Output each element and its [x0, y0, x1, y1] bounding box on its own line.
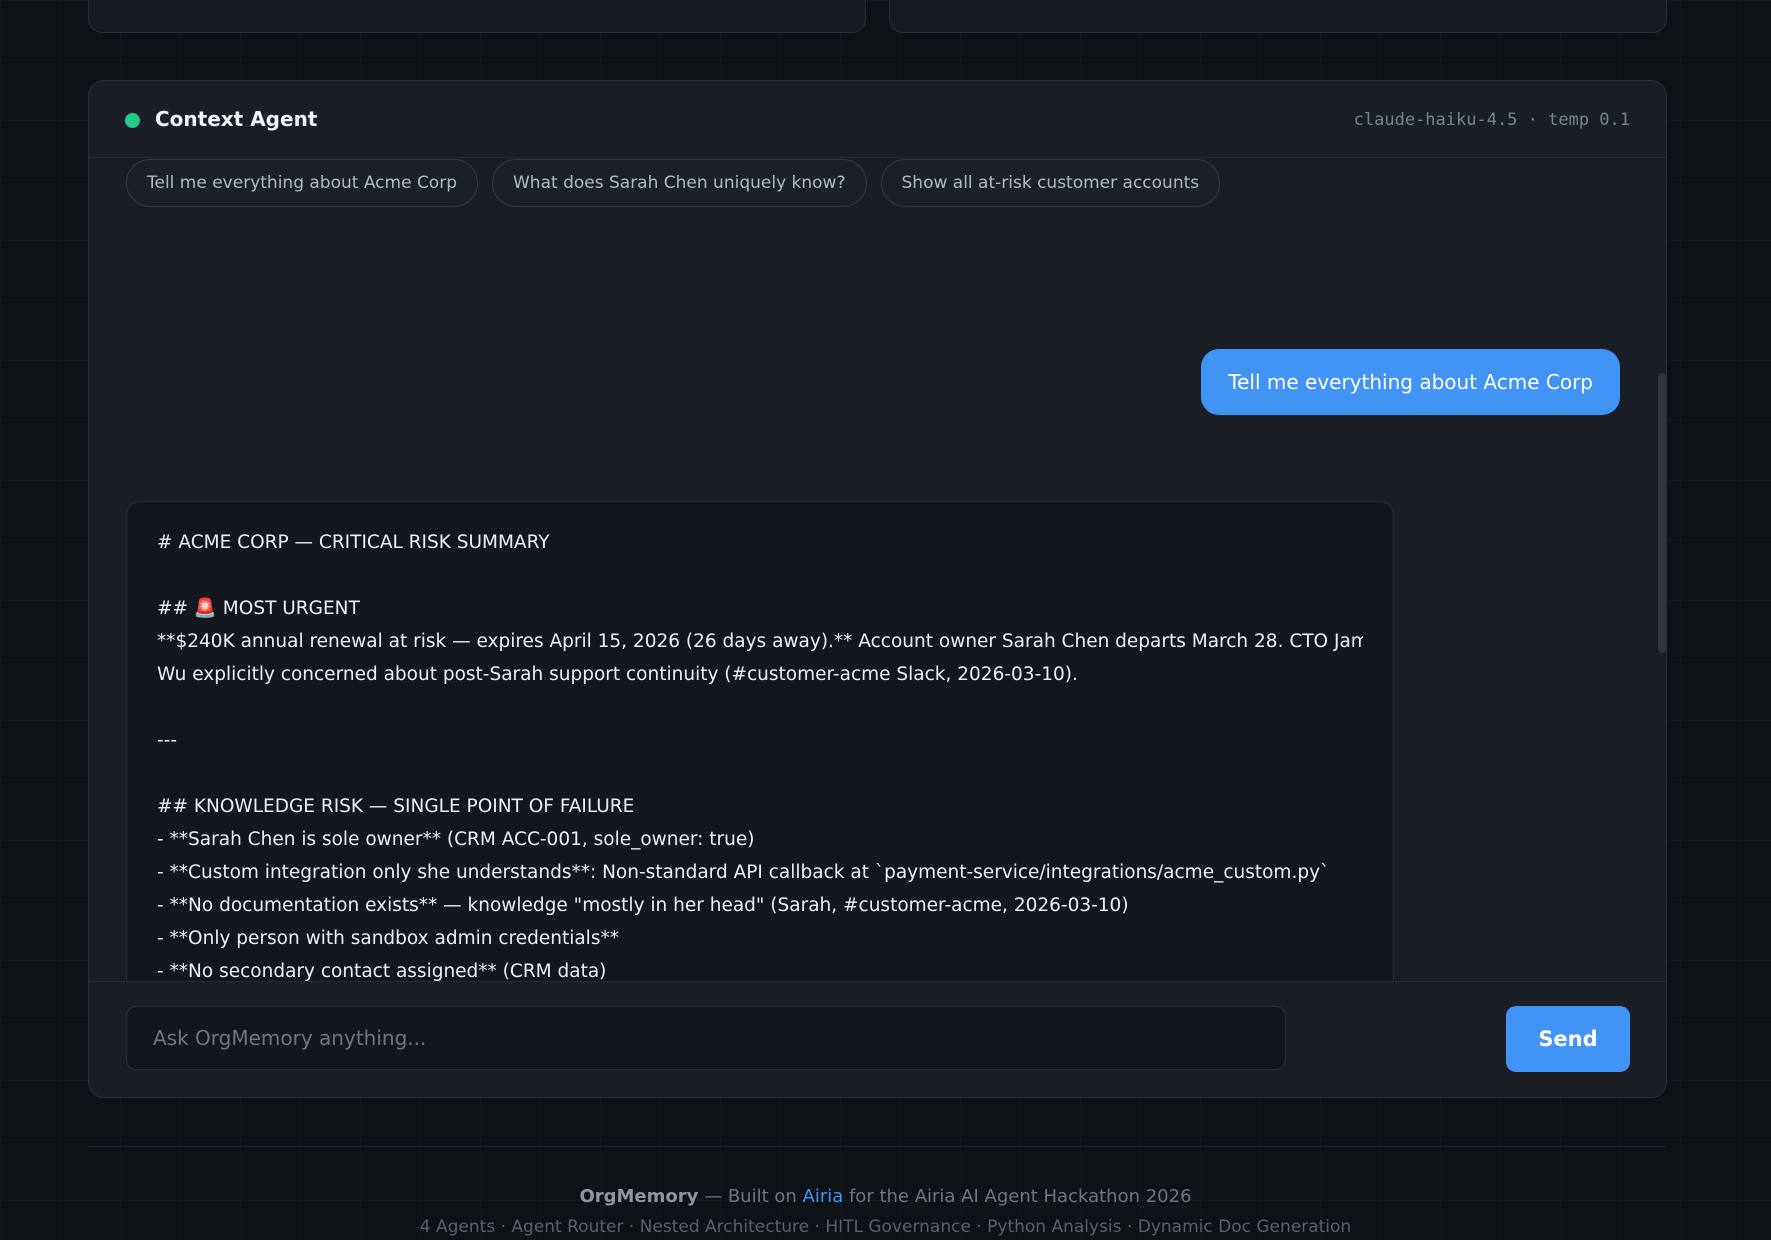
- assistant-message-line: Wu explicitly concerned about post-Sarah…: [157, 664, 1078, 685]
- assistant-message-line: - **No documentation exists** — knowledg…: [157, 895, 1129, 916]
- user-message: Tell me everything about Acme Corp: [1201, 349, 1620, 415]
- suggestion-chip[interactable]: What does Sarah Chen uniquely know?: [492, 159, 867, 207]
- assistant-message-line: [157, 757, 1363, 790]
- context-agent-panel: Context Agent claude-haiku-4.5 · temp 0.…: [88, 80, 1667, 1098]
- footer-built-on-suffix: for the Airia AI Agent Hackathon 2026: [843, 1186, 1192, 1207]
- assistant-message-line: - **Custom integration only she understa…: [157, 862, 1330, 883]
- assistant-message-line: - **Sarah Chen is sole owner** (CRM ACC-…: [157, 829, 755, 850]
- assistant-message-line: [157, 559, 1363, 592]
- assistant-message-line: [157, 691, 1363, 724]
- footer-credits: OrgMemory — Built on Airia for the Airia…: [0, 1186, 1771, 1207]
- message-input[interactable]: [126, 1006, 1286, 1070]
- status-indicator: [125, 113, 140, 128]
- panel-title: Context Agent: [155, 107, 318, 131]
- footer-built-on-prefix: — Built on: [698, 1186, 803, 1207]
- chat-scrollbar[interactable]: [1658, 373, 1666, 653]
- assistant-message-line: ---: [157, 730, 178, 751]
- top-card-right: [889, 0, 1667, 33]
- suggestion-chips: Tell me everything about Acme Corp What …: [126, 159, 1221, 207]
- footer-divider: [88, 1146, 1665, 1147]
- footer-brand: OrgMemory: [579, 1186, 699, 1207]
- input-bar: Send: [89, 981, 1666, 1097]
- model-info: claude-haiku-4.5 · temp 0.1: [1353, 110, 1630, 130]
- assistant-message-line: ## KNOWLEDGE RISK — SINGLE POINT OF FAIL…: [157, 796, 635, 817]
- footer-features: 4 Agents · Agent Router · Nested Archite…: [419, 1217, 1352, 1237]
- airia-link[interactable]: Airia: [803, 1186, 844, 1207]
- assistant-message-line: # ACME CORP — CRITICAL RISK SUMMARY: [157, 532, 550, 553]
- send-button[interactable]: Send: [1506, 1006, 1630, 1072]
- suggestion-chip[interactable]: Show all at-risk customer accounts: [880, 159, 1221, 207]
- top-card-left: [88, 0, 866, 33]
- chat-messages[interactable]: Tell me everything about Acme Corp # ACM…: [89, 221, 1666, 1062]
- assistant-message-line: - **Only person with sandbox admin crede…: [157, 928, 619, 949]
- assistant-message: # ACME CORP — CRITICAL RISK SUMMARY ## 🚨 …: [126, 501, 1394, 1062]
- panel-header: Context Agent claude-haiku-4.5 · temp 0.…: [89, 81, 1666, 158]
- assistant-message-line: ## 🚨 MOST URGENT: [157, 598, 360, 619]
- assistant-message-line: **$240K annual renewal at risk — expires…: [157, 631, 1363, 652]
- suggestion-chip[interactable]: Tell me everything about Acme Corp: [126, 159, 478, 207]
